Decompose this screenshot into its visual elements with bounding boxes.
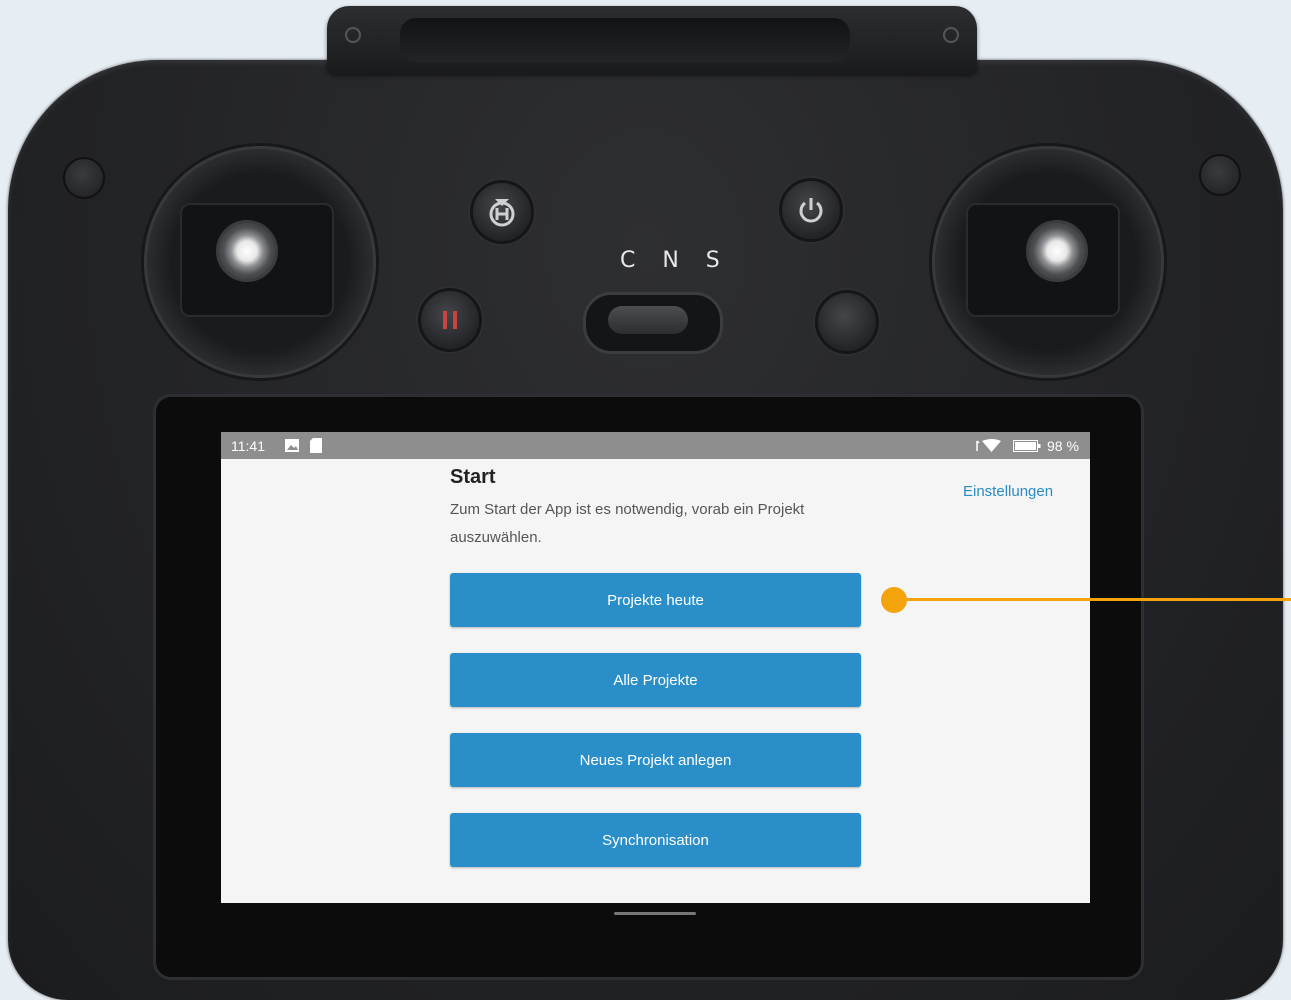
- projects-today-button[interactable]: Projekte heute: [450, 573, 861, 627]
- antenna-slot: [400, 18, 850, 62]
- antenna-screw-icon: [345, 27, 361, 43]
- power-icon: [799, 198, 823, 223]
- left-control-stick[interactable]: [216, 220, 278, 282]
- image-notification-icon: [285, 439, 299, 452]
- home-gesture-bar[interactable]: [614, 912, 696, 915]
- new-project-button[interactable]: Neues Projekt anlegen: [450, 733, 861, 787]
- left-shoulder-button[interactable]: [63, 157, 105, 199]
- page-description: Zum Start der App ist es notwendig, vora…: [450, 501, 805, 546]
- status-bar: 11:41 98 %: [221, 432, 1090, 459]
- five-dimension-button[interactable]: [815, 290, 879, 354]
- power-button[interactable]: [779, 178, 843, 242]
- home-return-icon: [489, 199, 515, 227]
- sd-card-icon: [310, 438, 322, 453]
- all-projects-button[interactable]: Alle Projekte: [450, 653, 861, 707]
- settings-link[interactable]: Einstellungen: [963, 483, 1053, 500]
- right-shoulder-button[interactable]: [1199, 154, 1241, 196]
- status-time: 11:41: [231, 438, 265, 454]
- synchronisation-button[interactable]: Synchronisation: [450, 813, 861, 867]
- page-title: Start: [450, 466, 496, 488]
- battery-icon: [1013, 440, 1041, 452]
- device-screen: 11:41 98 % Start Zum Start der App ist e…: [221, 432, 1090, 920]
- wifi-icon: [976, 439, 1001, 452]
- antenna-screw-icon: [943, 27, 959, 43]
- pause-button[interactable]: [418, 288, 482, 352]
- return-home-button[interactable]: [470, 180, 534, 244]
- pause-icon: [443, 311, 457, 329]
- battery-percent: 98 %: [1047, 438, 1079, 454]
- callout-marker: [881, 587, 907, 613]
- right-control-stick[interactable]: [1026, 220, 1088, 282]
- flight-mode-knob[interactable]: [608, 306, 688, 334]
- callout-line: [900, 598, 1291, 601]
- mode-switch-labels: C N S: [620, 248, 730, 273]
